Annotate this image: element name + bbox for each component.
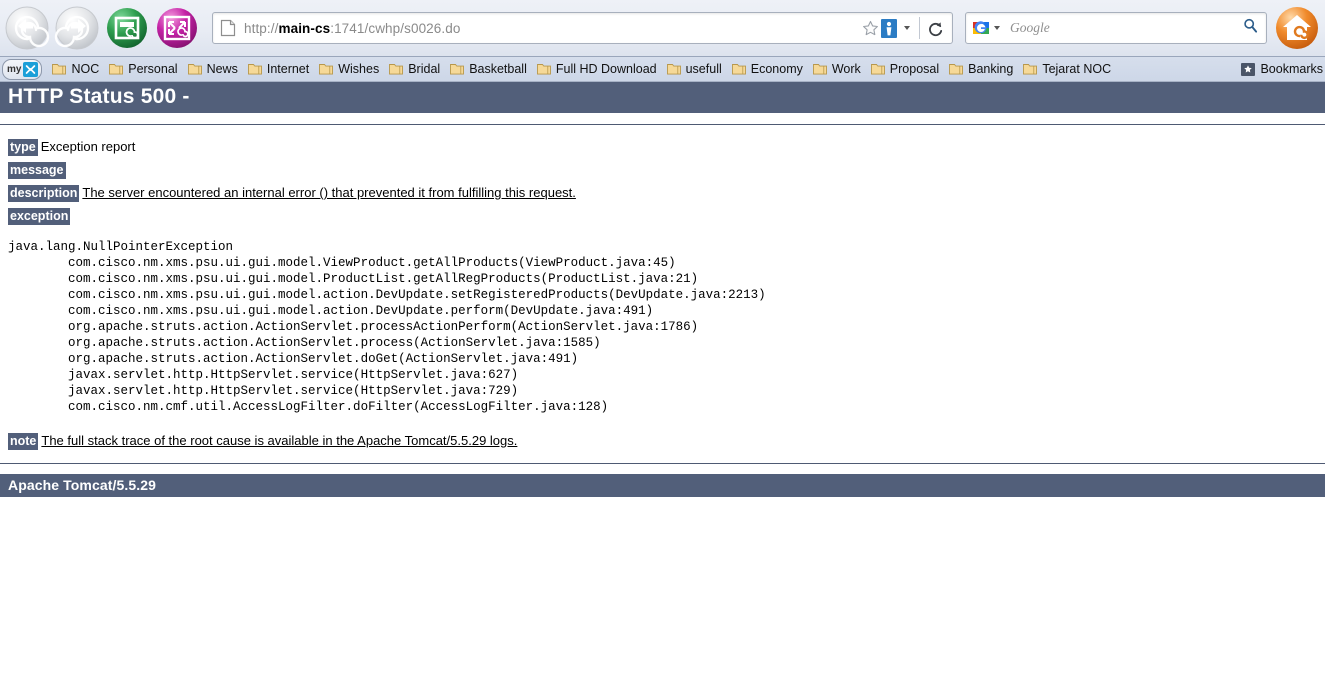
bookmark-item[interactable]: Basketball <box>446 59 531 80</box>
bookmark-label: Bridal <box>408 62 441 76</box>
bookmark-label: Work <box>831 62 861 76</box>
bookmarks-menu-label: Bookmarks <box>1260 62 1323 76</box>
folder-icon <box>389 63 404 75</box>
bookmark-label: Proposal <box>889 62 940 76</box>
fullscreen-button[interactable] <box>154 5 200 51</box>
bookmark-label: Wishes <box>338 62 380 76</box>
bookmark-label: Full HD Download <box>555 62 657 76</box>
label-message: message <box>8 162 66 179</box>
url-host: main-cs <box>278 20 331 36</box>
value-note: The full stack trace of the root cause i… <box>41 433 518 448</box>
value-type: Exception report <box>40 139 136 154</box>
star-box-icon <box>1241 62 1256 76</box>
folder-icon <box>536 63 551 75</box>
label-type: type <box>8 139 38 156</box>
my-badge-label: my <box>7 63 22 75</box>
bookmark-item[interactable]: News <box>184 59 242 80</box>
site-identity-icon[interactable] <box>881 18 897 38</box>
browser-toolbar: http://main-cs:1741/cwhp/s0026.do Google <box>0 0 1325 57</box>
folder-icon <box>319 63 334 75</box>
label-description: description <box>8 185 80 202</box>
url-scheme: http:// <box>244 20 279 36</box>
page-title: HTTP Status 500 - <box>0 82 1325 113</box>
url-text: http://main-cs:1741/cwhp/s0026.do <box>244 21 460 36</box>
url-path: :1741/cwhp/s0026.do <box>330 20 461 36</box>
search-input[interactable]: Google <box>1006 20 1243 36</box>
folder-icon <box>1023 63 1038 75</box>
row-exception: exception <box>8 204 1325 227</box>
bookmark-label: usefull <box>685 62 722 76</box>
bookmark-item[interactable]: usefull <box>663 59 726 80</box>
bookmark-label: Internet <box>266 62 310 76</box>
forward-button[interactable] <box>54 5 100 51</box>
toolbar-divider <box>919 17 920 39</box>
bookmark-label: Personal <box>128 62 178 76</box>
bookmark-item[interactable]: Economy <box>728 59 807 80</box>
bookmark-label: Banking <box>968 62 1014 76</box>
bookmark-item[interactable]: Work <box>809 59 865 80</box>
folder-icon <box>870 63 885 75</box>
bookmark-item[interactable]: Tejarat NOC <box>1019 59 1115 80</box>
bookmark-label: NOC <box>71 62 100 76</box>
bookmark-item[interactable]: Proposal <box>867 59 943 80</box>
folder-icon <box>247 63 262 75</box>
folder-icon <box>109 63 124 75</box>
bookmark-item[interactable]: Full HD Download <box>533 59 661 80</box>
bookmark-label: Economy <box>750 62 803 76</box>
divider-bottom <box>0 463 1325 464</box>
row-note: note The full stack trace of the root cau… <box>8 429 1325 452</box>
row-message: message <box>8 158 1325 181</box>
my-yahoo-icon <box>23 61 39 77</box>
home-button[interactable] <box>1273 4 1321 52</box>
bookmark-item[interactable]: Wishes <box>315 59 383 80</box>
window-button[interactable] <box>104 5 150 51</box>
row-description: description The server encountered an int… <box>8 181 1325 204</box>
folder-icon <box>52 63 67 75</box>
stack-trace: java.lang.NullPointerException com.cisco… <box>8 240 766 414</box>
reload-button[interactable] <box>922 15 948 41</box>
bookmark-my-badge[interactable]: my <box>2 58 43 80</box>
bookmark-item[interactable]: Bridal <box>385 59 444 80</box>
identity-dropdown-arrow-icon[interactable] <box>904 26 910 30</box>
bookmark-label: News <box>206 62 238 76</box>
bookmark-item[interactable]: NOC <box>48 59 103 80</box>
folder-icon <box>187 63 202 75</box>
bookmark-item[interactable]: Internet <box>244 59 313 80</box>
label-exception: exception <box>8 208 71 225</box>
bookmark-label: Basketball <box>469 62 527 76</box>
folder-icon <box>949 63 964 75</box>
search-magnifier-icon[interactable] <box>1243 18 1258 38</box>
bookmark-item[interactable]: Personal <box>105 59 181 80</box>
server-footer: Apache Tomcat/5.5.29 <box>0 474 1325 497</box>
google-icon <box>972 19 990 37</box>
bookmark-label: Tejarat NOC <box>1042 62 1112 76</box>
label-note: note <box>8 433 39 450</box>
bookmark-item[interactable]: Banking <box>945 59 1017 80</box>
page-document-icon <box>220 19 236 37</box>
search-bar[interactable]: Google <box>965 12 1267 44</box>
value-description: The server encountered an internal error… <box>82 185 576 200</box>
search-engine-dropdown-icon[interactable] <box>994 26 1000 30</box>
back-button[interactable] <box>4 5 50 51</box>
row-type: type Exception report <box>8 135 1325 158</box>
bookmark-star-icon[interactable] <box>861 19 880 38</box>
bookmarks-menu-button[interactable]: Bookmarks <box>1241 62 1325 76</box>
folder-icon <box>812 63 827 75</box>
address-bar[interactable]: http://main-cs:1741/cwhp/s0026.do <box>212 12 953 44</box>
tomcat-error-page: HTTP Status 500 - type Exception report m… <box>0 82 1325 497</box>
bookmarks-bar: my NOC Personal News Internet Wishes Bri… <box>0 57 1325 82</box>
divider-top <box>0 124 1325 125</box>
folder-icon <box>450 63 465 75</box>
folder-icon <box>731 63 746 75</box>
folder-icon <box>666 63 681 75</box>
